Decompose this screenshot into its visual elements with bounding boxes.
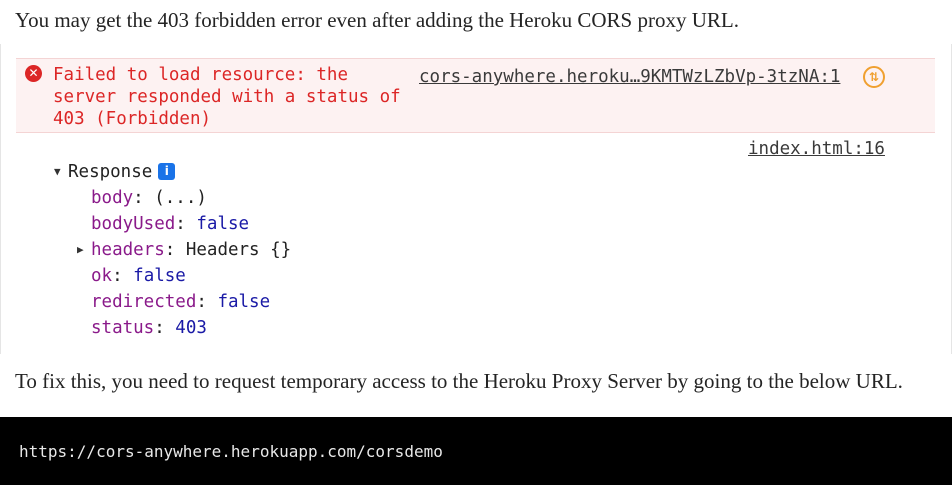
property-key: headers <box>91 240 165 260</box>
property-key: status <box>91 318 155 338</box>
property-row-expandable[interactable]: ▶ headers: Headers {} <box>77 239 291 261</box>
property-row: bodyUsed: false <box>91 214 250 234</box>
outro-paragraph: To fix this, you need to request tempora… <box>15 369 903 393</box>
property-row: status: 403 <box>91 318 207 338</box>
response-label: Response <box>68 162 153 182</box>
property-value: false <box>133 266 186 286</box>
property-key: ok <box>91 266 113 286</box>
code-url[interactable]: https://cors-anywhere.herokuapp.com/cors… <box>19 442 443 461</box>
response-object-tree: ▼ Response i body: (...) bodyUsed: false ▶… <box>1 44 951 354</box>
devtools-console-screenshot: ✕ Failed to load resource: the server re… <box>0 44 952 354</box>
property-value: Headers {} <box>185 240 292 260</box>
property-row: redirected: false <box>91 292 271 312</box>
info-icon[interactable]: i <box>158 163 176 180</box>
property-key: bodyUsed <box>91 214 176 234</box>
expand-triangle-down-icon[interactable]: ▼ <box>54 161 68 183</box>
property-value[interactable]: (...) <box>154 188 207 208</box>
code-block: https://cors-anywhere.herokuapp.com/cors… <box>0 417 952 485</box>
property-row: ok: false <box>91 266 186 286</box>
expand-triangle-right-icon[interactable]: ▶ <box>77 239 91 261</box>
property-key: body <box>91 188 134 208</box>
property-value: 403 <box>175 318 207 338</box>
property-key: redirected <box>91 292 197 312</box>
property-value: false <box>196 214 250 234</box>
property-value: false <box>217 292 271 312</box>
property-row: body: (...) <box>91 188 207 208</box>
intro-paragraph: You may get the 403 forbidden error even… <box>15 8 739 32</box>
response-header[interactable]: ▼ Response i <box>54 161 176 183</box>
